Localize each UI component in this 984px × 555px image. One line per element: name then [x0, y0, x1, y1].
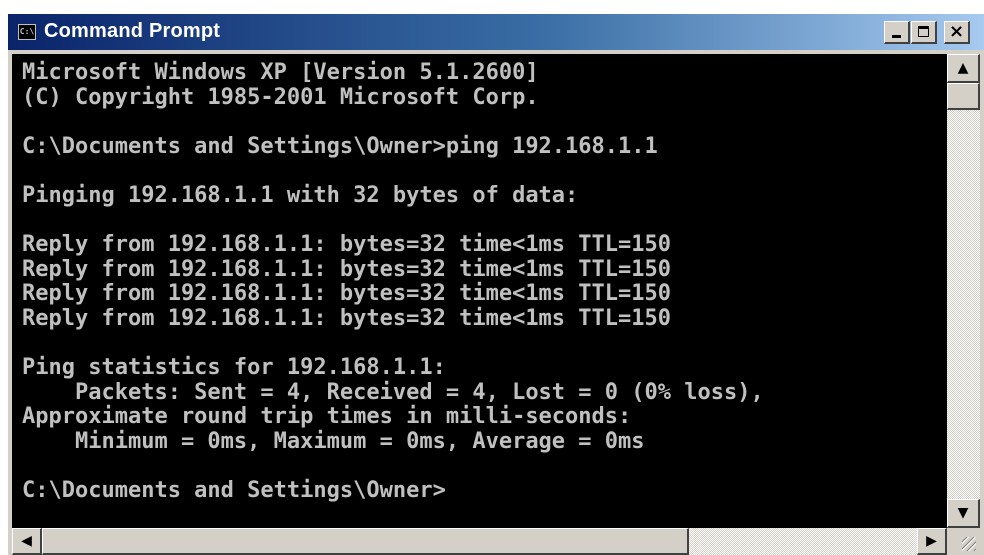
console-line: Microsoft Windows XP [Version 5.1.2600]	[22, 60, 539, 85]
arrow-right-icon: ▶	[926, 533, 937, 549]
arrow-down-icon: ▼	[957, 505, 969, 521]
maximize-button[interactable]	[911, 21, 937, 44]
console-line: Ping statistics for 192.168.1.1:	[22, 355, 446, 381]
resize-grip[interactable]	[947, 528, 980, 555]
console-line: Pinging 192.168.1.1 with 32 bytes of dat…	[22, 183, 579, 208]
close-button[interactable]: ×	[944, 21, 970, 44]
arrow-left-icon: ◀	[21, 533, 32, 549]
resize-grip-icon	[962, 537, 976, 551]
console-line: Reply from 192.168.1.1: bytes=32 time<1m…	[22, 306, 672, 331]
maximize-icon	[918, 26, 929, 37]
console-line: Approximate round trip times in milli-se…	[22, 404, 632, 430]
scroll-up-button[interactable]: ▲	[947, 54, 980, 83]
console-output[interactable]: Microsoft Windows XP [Version 5.1.2600](…	[12, 54, 947, 528]
console-line: Minimum = 0ms, Maximum = 0ms, Average = …	[22, 429, 645, 454]
command-prompt-window: C:\ Command Prompt × Microsoft Windows X…	[8, 14, 984, 555]
console-line: Reply from 192.168.1.1: bytes=32 time<1m…	[22, 232, 672, 258]
title-bar[interactable]: C:\ Command Prompt ×	[8, 14, 984, 50]
window-title: Command Prompt	[44, 20, 221, 42]
console-line: Reply from 192.168.1.1: bytes=32 time<1m…	[22, 281, 672, 307]
minimize-icon	[892, 35, 901, 38]
vertical-scrollbar[interactable]: ▲ ▼	[947, 54, 980, 528]
console-line: (C) Copyright 1985-2001 Microsoft Corp.	[22, 84, 539, 110]
minimize-button[interactable]	[884, 21, 910, 44]
scroll-right-button[interactable]: ▶	[917, 528, 947, 555]
console-app-icon[interactable]: C:\	[18, 24, 36, 40]
console-line: C:\Documents and Settings\Owner>	[22, 478, 446, 504]
horizontal-scroll-thumb[interactable]	[42, 528, 689, 555]
console-line: Packets: Sent = 4, Received = 4, Lost = …	[22, 379, 764, 405]
scroll-down-button[interactable]: ▼	[947, 499, 980, 528]
console-line: C:\Documents and Settings\Owner>ping 192…	[22, 133, 658, 159]
horizontal-scrollbar[interactable]: ◀ ▶	[12, 528, 947, 555]
close-icon: ×	[948, 21, 965, 42]
console-line: Reply from 192.168.1.1: bytes=32 time<1m…	[22, 256, 672, 282]
scroll-left-button[interactable]: ◀	[12, 528, 42, 555]
vertical-scroll-thumb[interactable]	[947, 83, 980, 110]
arrow-up-icon: ▲	[957, 60, 969, 76]
